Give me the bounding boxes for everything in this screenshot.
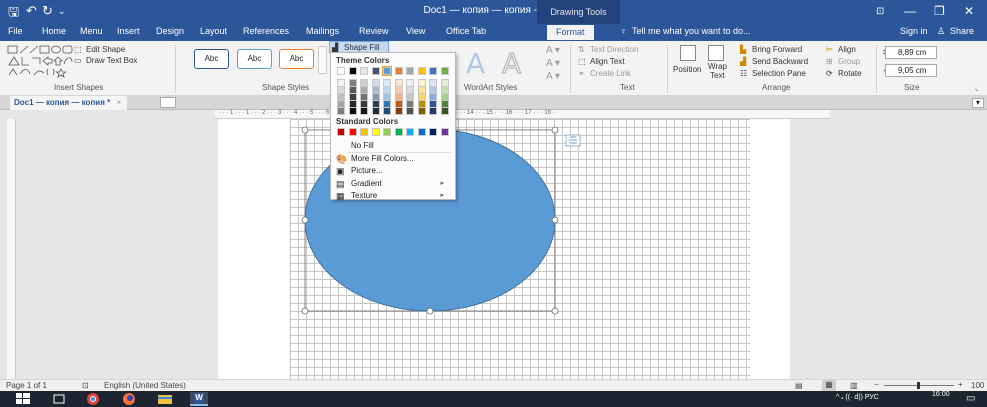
standard-color-swatch[interactable] <box>337 128 345 136</box>
word-taskbar-button[interactable]: W <box>190 392 208 406</box>
gradient-label: Gradient <box>351 178 382 188</box>
file-explorer-icon[interactable] <box>156 392 174 406</box>
submenu-arrow-icon: ▸ <box>440 179 444 187</box>
windows-taskbar: W ^ 𝅘 ((· d)) РУС 16:00 ▭ <box>0 391 987 407</box>
theme-color-swatch[interactable] <box>382 66 392 76</box>
standard-color-swatch[interactable] <box>348 128 357 136</box>
picture-icon: ▣ <box>336 166 345 176</box>
shape-layer <box>301 126 581 315</box>
gradient-icon: ▤ <box>336 178 345 189</box>
theme-color-tint-swatch[interactable] <box>429 107 437 115</box>
theme-color-tint-swatch[interactable] <box>417 107 426 115</box>
standard-color-swatch[interactable] <box>360 128 368 136</box>
shape-fill-dropdown: Theme Colors Standard Colors No Fill 🎨 Mor… <box>330 52 456 202</box>
theme-color-swatch[interactable] <box>360 67 368 75</box>
zoom-level[interactable]: 100 <box>971 381 984 390</box>
theme-color-swatch[interactable] <box>417 67 426 75</box>
theme-color-swatch[interactable] <box>348 67 357 75</box>
more-fill-colors-menu-item[interactable]: 🎨 More Fill Colors... <box>334 153 452 165</box>
texture-menu-item[interactable]: ▦ Texture ▸ <box>334 190 452 202</box>
standard-color-swatch[interactable] <box>406 128 414 136</box>
theme-color-tint-swatch[interactable] <box>360 107 368 115</box>
web-layout-icon[interactable]: ▥ <box>850 381 858 390</box>
more-fill-colors-label: More Fill Colors... <box>351 153 414 163</box>
zoom-slider-thumb[interactable] <box>917 382 920 389</box>
texture-label: Texture <box>351 191 378 200</box>
standard-color-swatch[interactable] <box>383 128 391 136</box>
firefox-icon[interactable] <box>120 392 138 406</box>
picture-label: Picture... <box>351 166 383 175</box>
resize-handle[interactable] <box>551 307 559 315</box>
no-fill-label: No Fill <box>351 141 374 150</box>
theme-color-tint-swatch[interactable] <box>406 107 414 115</box>
theme-color-swatch[interactable] <box>429 67 437 75</box>
notifications-icon[interactable]: ▭ <box>966 393 975 404</box>
picture-menu-item[interactable]: ▣ Picture... <box>334 165 452 177</box>
theme-color-tint-swatch[interactable] <box>371 107 380 115</box>
standard-color-swatch[interactable] <box>394 128 403 136</box>
no-fill-menu-item[interactable]: No Fill <box>334 140 452 152</box>
proofing-icon[interactable]: ⊡ <box>82 381 89 390</box>
theme-color-swatch[interactable] <box>406 67 414 75</box>
windows-start-icon[interactable] <box>14 392 32 406</box>
submenu-arrow-icon: ▸ <box>440 192 444 199</box>
resize-handle[interactable] <box>301 216 309 224</box>
language-indicator[interactable]: English (United States) <box>104 381 186 390</box>
taskbar-clock[interactable]: 16:00 <box>932 391 950 398</box>
more-fill-colors-icon: 🎨 <box>336 153 348 164</box>
theme-color-swatch[interactable] <box>337 67 345 75</box>
system-tray-icons[interactable]: ^ 𝅘 ((· d)) РУС <box>836 394 879 402</box>
chrome-icon[interactable] <box>84 392 102 406</box>
theme-color-tint-swatch[interactable] <box>383 107 391 115</box>
resize-handle[interactable] <box>551 126 559 134</box>
task-view-icon[interactable] <box>50 392 68 406</box>
zoom-out-button[interactable]: − <box>874 380 879 389</box>
resize-handle[interactable] <box>551 216 559 224</box>
menu-separator <box>347 152 451 153</box>
theme-color-swatch[interactable] <box>371 67 380 75</box>
no-fill-icon <box>336 141 346 151</box>
theme-color-tint-swatch[interactable] <box>394 107 403 115</box>
read-mode-icon[interactable]: ▤ <box>795 381 803 390</box>
resize-handle[interactable] <box>301 126 309 134</box>
standard-color-swatch[interactable] <box>417 128 426 136</box>
standard-colors-header: Standard Colors <box>336 117 399 126</box>
resize-handle[interactable] <box>301 307 309 315</box>
theme-color-tint-swatch[interactable] <box>337 107 345 115</box>
theme-colors-header: Theme Colors <box>336 56 390 65</box>
texture-icon: ▦ <box>336 191 345 201</box>
page-count[interactable]: Page 1 of 1 <box>6 381 47 390</box>
gradient-menu-item[interactable]: ▤ Gradient ▸ <box>334 178 452 190</box>
standard-color-swatch[interactable] <box>440 128 449 136</box>
standard-color-swatch[interactable] <box>371 128 380 136</box>
theme-color-swatch[interactable] <box>440 67 449 75</box>
theme-color-swatch[interactable] <box>394 67 403 75</box>
zoom-in-button[interactable]: + <box>958 380 963 389</box>
resize-handle[interactable] <box>426 307 434 315</box>
word-icon: W <box>194 393 204 403</box>
print-layout-icon[interactable]: ▦ <box>822 380 836 391</box>
theme-color-tint-swatch[interactable] <box>348 107 357 115</box>
standard-color-swatch[interactable] <box>429 128 437 136</box>
theme-color-tint-swatch[interactable] <box>440 107 449 115</box>
status-bar: Page 1 of 1 ⊡ English (United States) ▤ … <box>0 379 987 391</box>
